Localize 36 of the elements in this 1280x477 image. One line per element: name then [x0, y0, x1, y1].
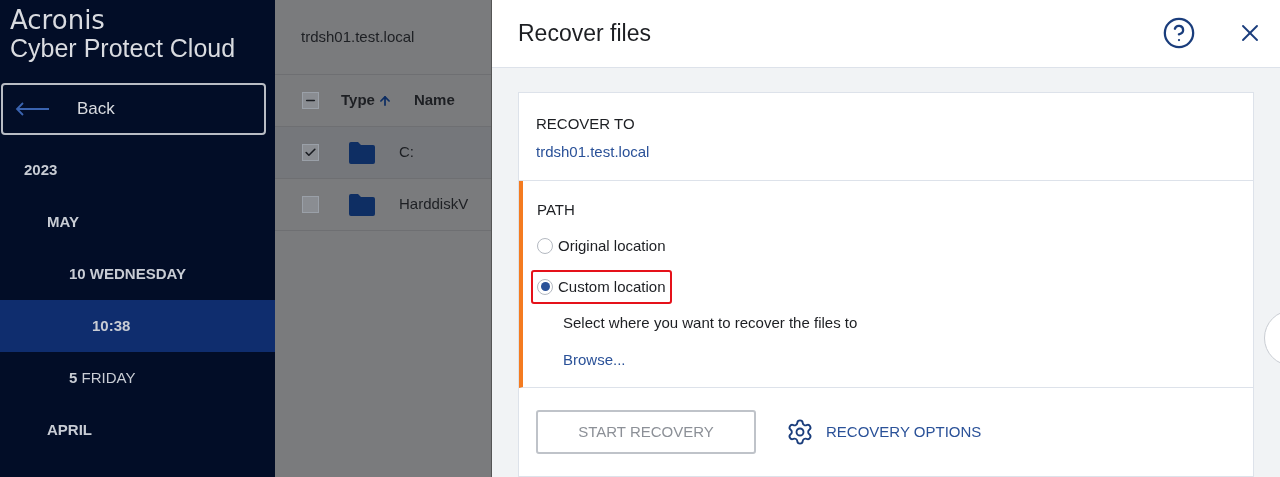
file-row[interactable]: C:: [275, 127, 491, 179]
radio-option[interactable]: Original location: [531, 229, 672, 264]
file-name: HarddiskV: [399, 194, 469, 215]
column-header[interactable]: Name: [413, 89, 455, 112]
folder-icon: [349, 193, 375, 216]
path-hint: Select where you want to recover the files to: [562, 313, 858, 333]
checkbox[interactable]: [302, 196, 319, 213]
dialog-title: Recover files: [518, 19, 652, 48]
recovery-options-button[interactable]: RECOVERY OPTIONS: [786, 418, 982, 446]
checkbox[interactable]: [302, 144, 319, 161]
settings-icon: [786, 418, 814, 446]
back-arrow-icon: [15, 102, 49, 116]
sidebar-item[interactable]: 10 WEDNESDAY: [0, 248, 275, 300]
browse-link[interactable]: Browse...: [537, 348, 626, 371]
help-icon[interactable]: [1162, 16, 1196, 51]
section-label: RECOVER TO: [536, 113, 635, 134]
sidebar-item[interactable]: MAY: [0, 196, 275, 248]
sidebar-item[interactable]: 10:38: [0, 300, 275, 352]
check-icon: [304, 146, 317, 159]
target-link[interactable]: trdsh01.test.local: [536, 141, 650, 164]
folder-icon: [349, 141, 375, 164]
radio-option[interactable]: Custom location: [531, 269, 672, 304]
browser-title: trdsh01.test.local: [301, 26, 415, 47]
file-name: C:: [399, 142, 414, 163]
sidebar-item[interactable]: 2023: [0, 144, 275, 196]
radio-button[interactable]: [537, 278, 553, 295]
checkbox[interactable]: [302, 92, 319, 109]
column-header[interactable]: Type: [341, 89, 392, 112]
brand-subtitle: Cyber Protect Cloud: [10, 34, 236, 62]
radio-button[interactable]: [537, 238, 553, 255]
back-button[interactable]: Back: [1, 83, 266, 135]
file-row[interactable]: HarddiskV: [275, 179, 491, 231]
brand-name: Acronis: [10, 6, 105, 34]
sidebar-item[interactable]: APRIL: [0, 404, 275, 456]
sidebar-item[interactable]: 5 FRIDAY: [0, 352, 275, 404]
section-label: PATH: [537, 199, 575, 220]
